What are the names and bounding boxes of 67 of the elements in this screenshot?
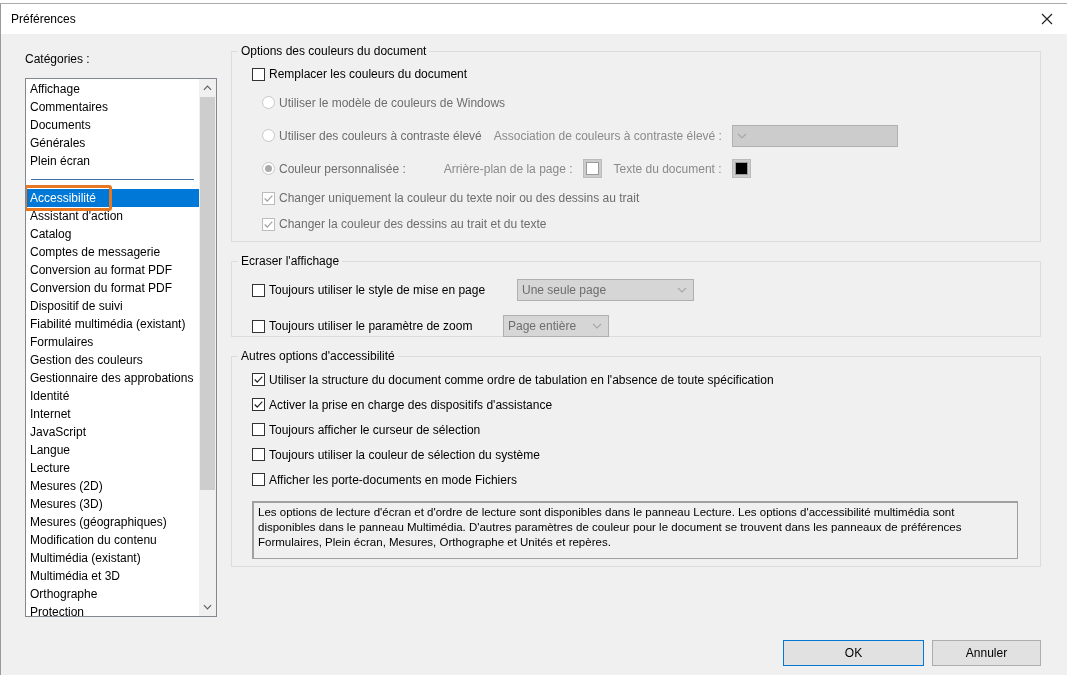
checkbox-label: Utiliser la structure du document comme ordre de tabulation en l'absence de toute spécification [269,372,774,387]
category-item[interactable]: Fiabilité multimédia (existant) [26,315,199,333]
radio-label: Utiliser le modèle de couleurs de Windows [279,95,506,110]
checkbox[interactable] [252,373,265,386]
radio-label: Utiliser des couleurs à contraste élevé [279,128,482,143]
field-label: Arrière-plan de la page : [443,161,573,176]
cancel-button[interactable]: Annuler [932,640,1041,666]
category-item[interactable]: Documents [26,116,199,134]
field-label: Association de couleurs à contraste élevé : [493,128,722,143]
category-item[interactable]: Conversion au format PDF [26,261,199,279]
category-item[interactable]: Gestion des couleurs [26,351,199,369]
category-item[interactable]: Mesures (2D) [26,477,199,495]
checkbox-label: Toujours utiliser le paramètre de zoom [269,319,474,333]
category-item[interactable]: Multimédia (existant) [26,549,199,567]
scroll-down-icon[interactable] [203,604,212,610]
checkbox[interactable] [252,398,265,411]
group-title: Ecraser l'affichage [240,254,341,268]
field-label: Texte du document : [613,161,722,176]
checkbox[interactable] [252,67,265,81]
caret-icon [677,287,687,293]
category-item[interactable]: Dispositif de suivi [26,297,199,315]
category-item[interactable]: Modification du contenu [26,531,199,549]
category-item[interactable]: Comptes de messagerie [26,243,199,261]
checkbox-label: Changer uniquement la couleur du texte noir ou des dessins au trait [279,191,640,205]
category-item[interactable]: Commentaires [26,98,199,116]
category-item[interactable]: Langue [26,441,199,459]
category-item[interactable]: Gestionnaire des approbations [26,369,199,387]
category-item[interactable]: Générales [26,134,199,152]
close-icon[interactable] [1041,13,1053,25]
checkbox-label: Toujours afficher le curseur de sélection [269,422,481,437]
caret-icon [592,323,602,329]
scrollbar-thumb[interactable] [200,97,215,490]
category-item[interactable]: Internet [26,405,199,423]
checkbox[interactable] [252,423,265,436]
category-item[interactable]: Formulaires [26,333,199,351]
category-item[interactable]: Conversion du format PDF [26,279,199,297]
checkbox-label: Changer la couleur des dessins au trait et du texte [279,217,547,231]
category-item[interactable]: Lecture [26,459,199,477]
category-item[interactable]: Plein écran [26,152,199,170]
group-title: Autres options d'accessibilité [240,349,396,363]
category-item[interactable]: Orthographe [26,585,199,603]
checkbox-label: Activer la prise en charge des dispositifs d'assistance [269,397,553,412]
checkbox[interactable] [252,448,265,461]
checkbox-label: Toujours utiliser la couleur de sélection du système [269,447,540,462]
category-item[interactable]: Protection [26,603,199,616]
caret-icon [736,132,747,139]
category-item[interactable]: Affichage [26,80,199,98]
info-text: Les options de lecture d'écran et d'ordre de lecture sont disponibles dans le panneau Lecture. Les options d'accessibilité multimédia sont disponibles dans le panneau Multimédia. D'autres paramètres de couleur pour le document se trouvent dans les panneaux de préférences Formulaires, Plein écran, Mesures, Orthographe et Unités et repères. [252,501,1018,559]
category-item[interactable]: Mesures (3D) [26,495,199,513]
checkbox[interactable] [252,473,265,486]
ok-button[interactable]: OK [783,640,924,666]
category-item[interactable]: Accessibilité [26,189,199,207]
checkbox-label: Toujours utiliser le style de mise en page [269,283,487,297]
checkbox-label: Afficher les porte-documents en mode Fichiers [269,472,517,487]
category-item[interactable]: Catalog [26,225,199,243]
category-item[interactable]: Mesures (géographiques) [26,513,199,531]
scrollbar[interactable] [199,79,216,616]
checkbox-label: Remplacer les couleurs du document [269,67,468,81]
scroll-up-icon[interactable] [203,85,212,91]
category-item[interactable]: Multimédia et 3D [26,567,199,585]
radio-label: Couleur personnalisée : [279,161,406,176]
categories-label: Catégories : [25,52,91,68]
category-item[interactable]: Assistant d'action [26,207,199,225]
window-title: Préférences [11,12,76,26]
category-item[interactable]: JavaScript [26,423,199,441]
group-title: Options des couleurs du document [240,44,428,58]
category-item[interactable]: Identité [26,387,199,405]
